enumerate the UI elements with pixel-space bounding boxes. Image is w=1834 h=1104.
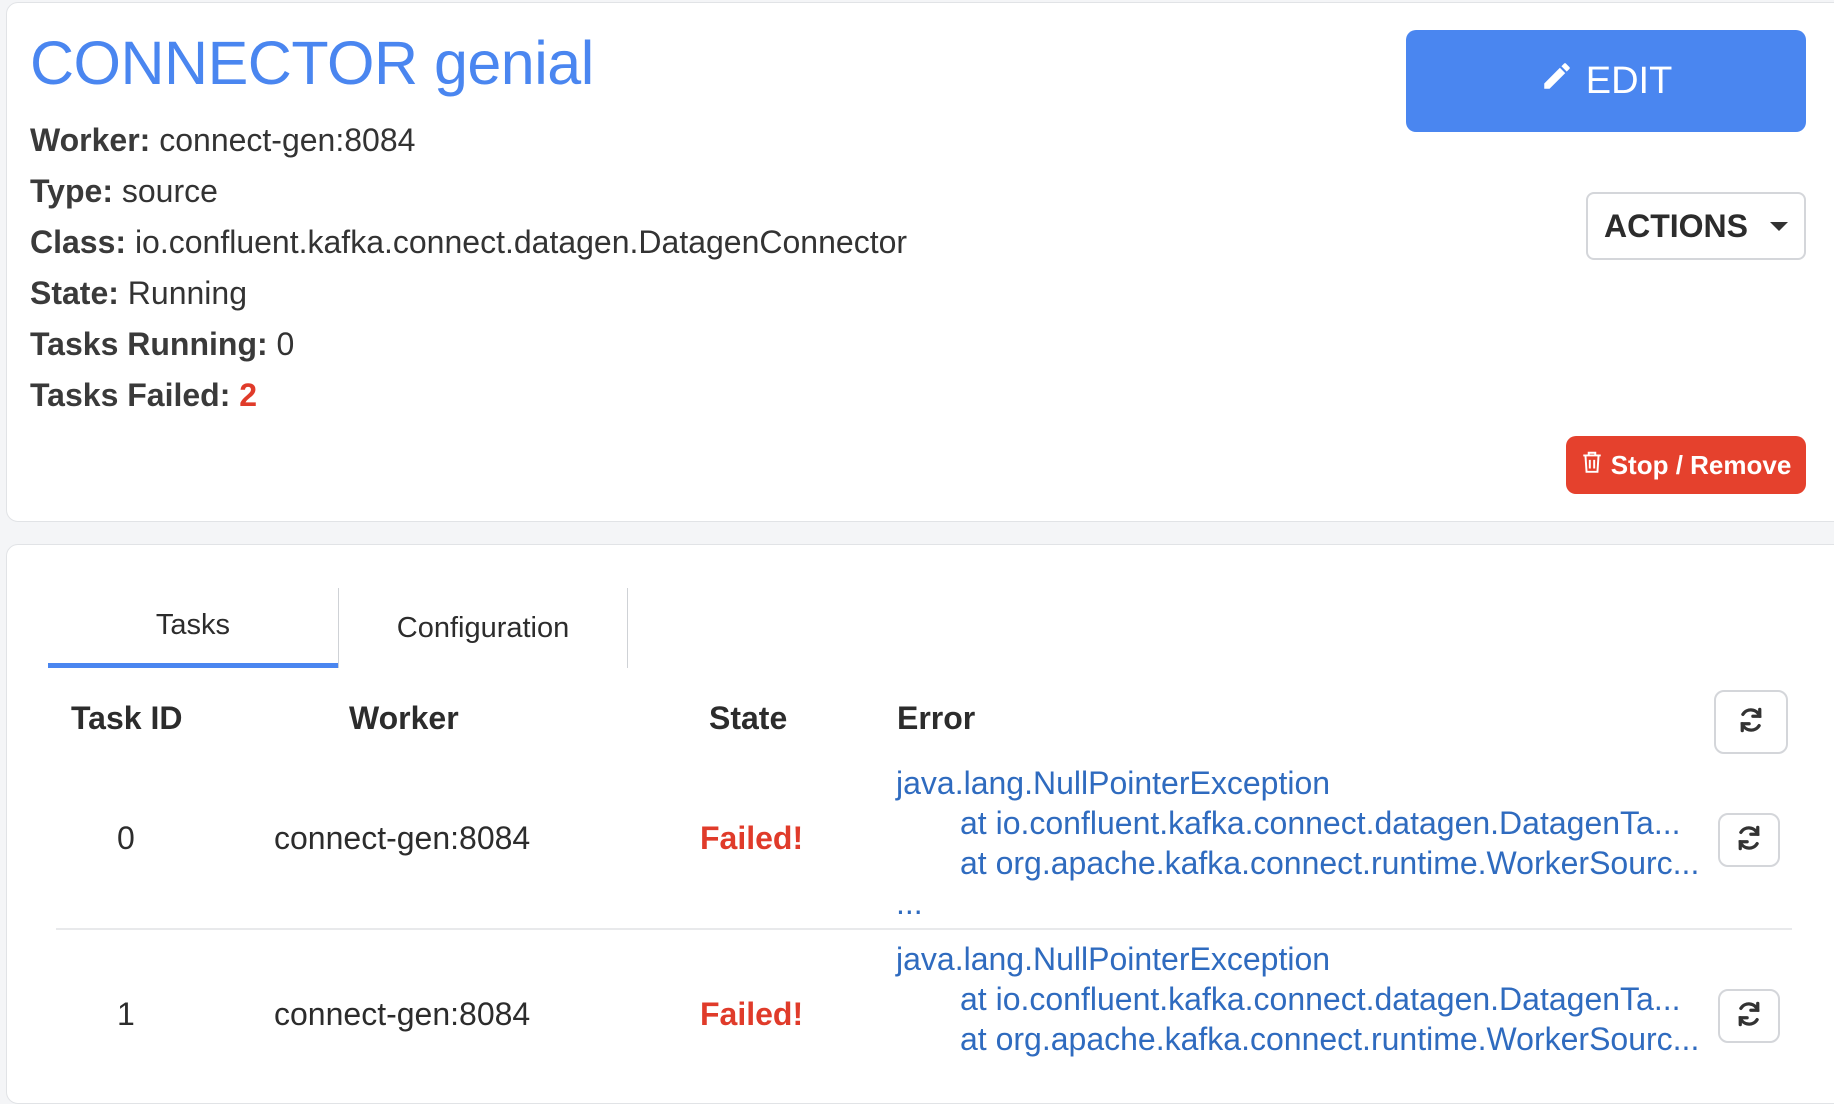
tab-configuration[interactable]: Configuration: [338, 588, 628, 668]
page-title: CONNECTOR genial: [30, 29, 594, 97]
edit-button-label: EDIT: [1585, 59, 1673, 102]
task-worker-cell: connect-gen:8084: [274, 820, 531, 856]
pencil-icon: [1540, 59, 1574, 103]
chevron-down-icon: [1770, 221, 1788, 231]
edit-button[interactable]: EDIT: [1406, 30, 1806, 132]
refresh-all-button[interactable]: [1714, 690, 1788, 754]
info-worker: Worker: connect-gen:8084: [30, 122, 415, 159]
task-worker-cell: connect-gen:8084: [274, 996, 531, 1032]
task-error-trace[interactable]: java.lang.NullPointerException at io.con…: [896, 939, 1699, 1059]
info-worker-value: connect-gen:8084: [159, 122, 416, 158]
error-line: at org.apache.kafka.connect.runtime.Work…: [960, 845, 1700, 881]
info-tasks-running-value: 0: [276, 326, 295, 362]
row-divider: [56, 928, 1792, 930]
info-class-key: Class:: [30, 224, 127, 260]
task-id-cell: 1: [117, 996, 135, 1032]
task-state-cell: Failed!: [700, 996, 804, 1032]
refresh-icon: [1734, 823, 1764, 858]
column-header-task-id: Task ID: [71, 700, 183, 736]
info-state: State: Running: [30, 275, 247, 312]
actions-dropdown-label: ACTIONS: [1604, 207, 1748, 244]
task-error-trace[interactable]: java.lang.NullPointerException at io.con…: [896, 763, 1699, 923]
task-id-cell: 0: [117, 820, 135, 856]
tab-tasks[interactable]: Tasks: [48, 588, 338, 668]
task-state-cell: Failed!: [700, 820, 804, 856]
error-line: at io.confluent.kafka.connect.datagen.Da…: [960, 805, 1681, 841]
info-type-key: Type:: [30, 173, 113, 209]
info-tasks-running-key: Tasks Running:: [30, 326, 268, 362]
error-ellipsis: ...: [896, 885, 923, 921]
info-tasks-failed-key: Tasks Failed:: [30, 377, 231, 413]
refresh-icon: [1736, 705, 1766, 740]
info-tasks-failed: Tasks Failed: 2: [30, 377, 257, 414]
info-type-value: source: [121, 173, 218, 209]
info-type: Type: source: [30, 173, 218, 210]
info-state-key: State:: [30, 275, 119, 311]
error-line: java.lang.NullPointerException: [896, 941, 1331, 977]
column-header-error: Error: [897, 700, 976, 736]
info-state-value: Running: [127, 275, 247, 311]
info-worker-key: Worker:: [30, 122, 151, 158]
column-header-state: State: [709, 700, 788, 736]
info-class-value: io.confluent.kafka.connect.datagen.Datag…: [134, 224, 908, 260]
info-class: Class: io.confluent.kafka.connect.datage…: [30, 224, 907, 261]
error-line: at org.apache.kafka.connect.runtime.Work…: [960, 1021, 1700, 1057]
restart-task-button[interactable]: [1718, 989, 1780, 1043]
info-tasks-failed-value: 2: [239, 377, 258, 413]
info-tasks-running: Tasks Running: 0: [30, 326, 294, 363]
refresh-icon: [1734, 999, 1764, 1034]
actions-dropdown[interactable]: ACTIONS: [1586, 192, 1806, 260]
restart-task-button[interactable]: [1718, 813, 1780, 867]
column-header-worker: Worker: [349, 700, 459, 736]
stop-remove-button[interactable]: Stop / Remove: [1566, 436, 1806, 494]
error-line: at io.confluent.kafka.connect.datagen.Da…: [960, 981, 1681, 1017]
trash-icon: [1581, 450, 1603, 481]
stop-remove-button-label: Stop / Remove: [1610, 449, 1792, 480]
error-line: java.lang.NullPointerException: [896, 765, 1331, 801]
